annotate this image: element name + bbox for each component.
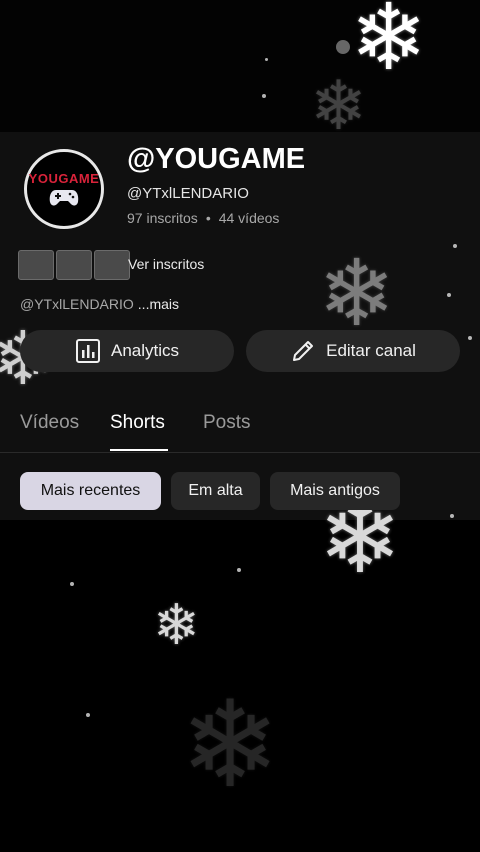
snow-dot: [450, 514, 454, 518]
filter-chip-mais-antigos[interactable]: Mais antigos: [270, 472, 400, 510]
filter-chip-mais-recentes[interactable]: Mais recentes: [20, 472, 161, 510]
snow-dot: [237, 568, 241, 572]
subscriber-avatar: [18, 250, 54, 280]
gamepad-icon: [49, 189, 79, 206]
analytics-label: Analytics: [110, 341, 180, 360]
snow-dot: [262, 94, 266, 98]
subscriber-avatars[interactable]: [18, 250, 132, 280]
video-count: 44 vídeos: [218, 210, 280, 226]
avatar-logo-text: YOUGAME: [28, 170, 100, 186]
description-text: @YTxlLENDARIO: [20, 296, 134, 312]
channel-description[interactable]: @YTxlLENDARIO ...mais: [20, 296, 179, 312]
description-more-link[interactable]: ...mais: [138, 296, 179, 312]
subscriber-avatar: [56, 250, 92, 280]
snow-dot: [86, 713, 90, 717]
tab-shorts[interactable]: Shorts: [110, 412, 165, 434]
subscriber-count: 97 inscritos: [127, 210, 198, 226]
snow-dot: [265, 58, 268, 61]
background-top: [0, 0, 480, 132]
channel-tabs: Vídeos Shorts Posts: [0, 408, 480, 453]
channel-handle: @YTxlLENDARIO: [127, 185, 249, 202]
bar-chart-icon: [75, 339, 100, 363]
snow-dot: [468, 336, 472, 340]
snow-dot: [453, 244, 457, 248]
channel-stats: 97 inscritos • 44 vídeos: [127, 210, 279, 226]
analytics-button[interactable]: Analytics: [20, 330, 234, 372]
channel-avatar[interactable]: YOUGAME: [24, 149, 104, 229]
snow-dot: [336, 40, 350, 54]
tab-videos[interactable]: Vídeos: [20, 412, 79, 434]
snow-dot: [70, 582, 74, 586]
filter-chip-em-alta[interactable]: Em alta: [171, 472, 260, 510]
subscriber-avatar: [94, 250, 130, 280]
channel-name: @YOUGAME: [127, 143, 306, 175]
view-subscribers-link[interactable]: Ver inscritos: [128, 256, 204, 272]
edit-channel-label: Editar canal: [326, 341, 416, 360]
snow-dot: [447, 293, 451, 297]
active-tab-indicator: [110, 449, 168, 451]
stats-separator: •: [205, 210, 211, 226]
tab-posts[interactable]: Posts: [203, 412, 251, 434]
edit-channel-button[interactable]: Editar canal: [246, 330, 460, 372]
pencil-icon: [293, 341, 314, 361]
